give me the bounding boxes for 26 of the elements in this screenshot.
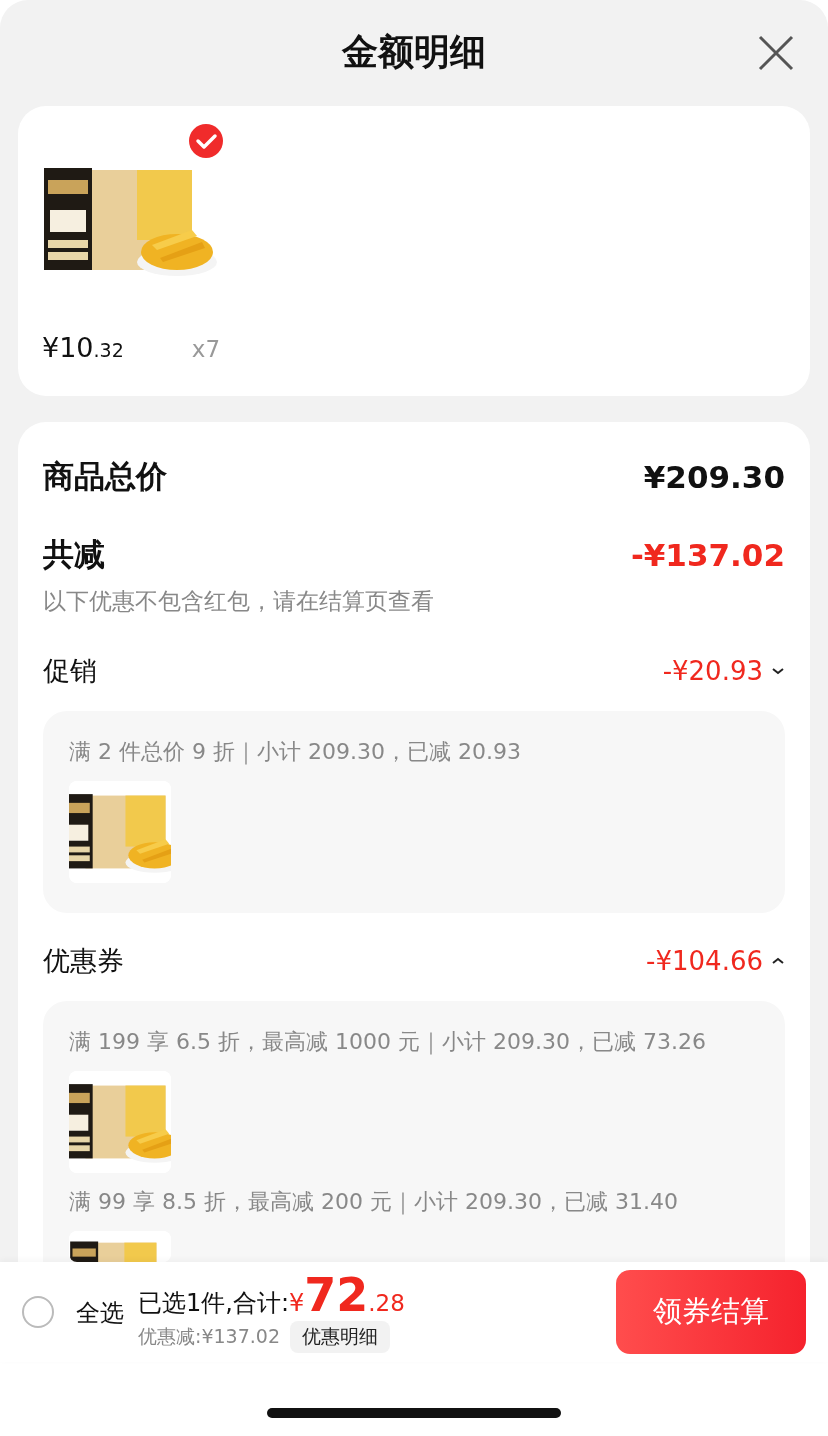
total-amount: ¥72.28 [289, 1271, 405, 1318]
selected-summary: 已选1件,合计: [138, 1287, 289, 1319]
discount-rule: 满 99 享 8.5 折，最高减 200 元｜小计 209.30，已减 31.40 [69, 1188, 679, 1217]
discount-amount: -¥137.02 [630, 537, 785, 573]
discount-summary: 优惠减:¥137.02 [138, 1323, 280, 1349]
discount-rule: 满 2 件总价 9 折｜小计 209.30，已减 20.93 [69, 738, 522, 767]
checkout-button[interactable]: 领券结算 [616, 1270, 806, 1354]
sheet-title: 金额明细 [342, 29, 486, 74]
chevron-icon[interactable] [771, 666, 785, 676]
discount-label: 共减 [43, 535, 105, 574]
discount-details-button[interactable]: 优惠明细 [290, 1320, 390, 1353]
unit-price: ¥10.32 [42, 332, 124, 363]
section-label: 促销 [43, 654, 97, 688]
close-icon[interactable] [758, 35, 794, 71]
quantity: x7 [191, 336, 220, 362]
select-all-label[interactable]: 全选 [76, 1297, 124, 1329]
chevron-icon[interactable] [771, 956, 785, 966]
select-all-radio[interactable] [22, 1296, 54, 1328]
discount-rule: 满 199 享 6.5 折，最高减 1000 元｜小计 209.30，已减 73.26 [69, 1028, 707, 1057]
total-price: ¥209.30 [643, 459, 785, 495]
section-label: 优惠券 [43, 944, 124, 978]
discount-note: 以下优惠不包含红包，请在结算页查看 [43, 587, 435, 616]
section-amount[interactable]: -¥20.93 [662, 656, 785, 686]
section-amount[interactable]: -¥104.66 [646, 946, 785, 976]
total-label: 商品总价 [43, 457, 167, 496]
check-icon[interactable] [189, 124, 223, 158]
